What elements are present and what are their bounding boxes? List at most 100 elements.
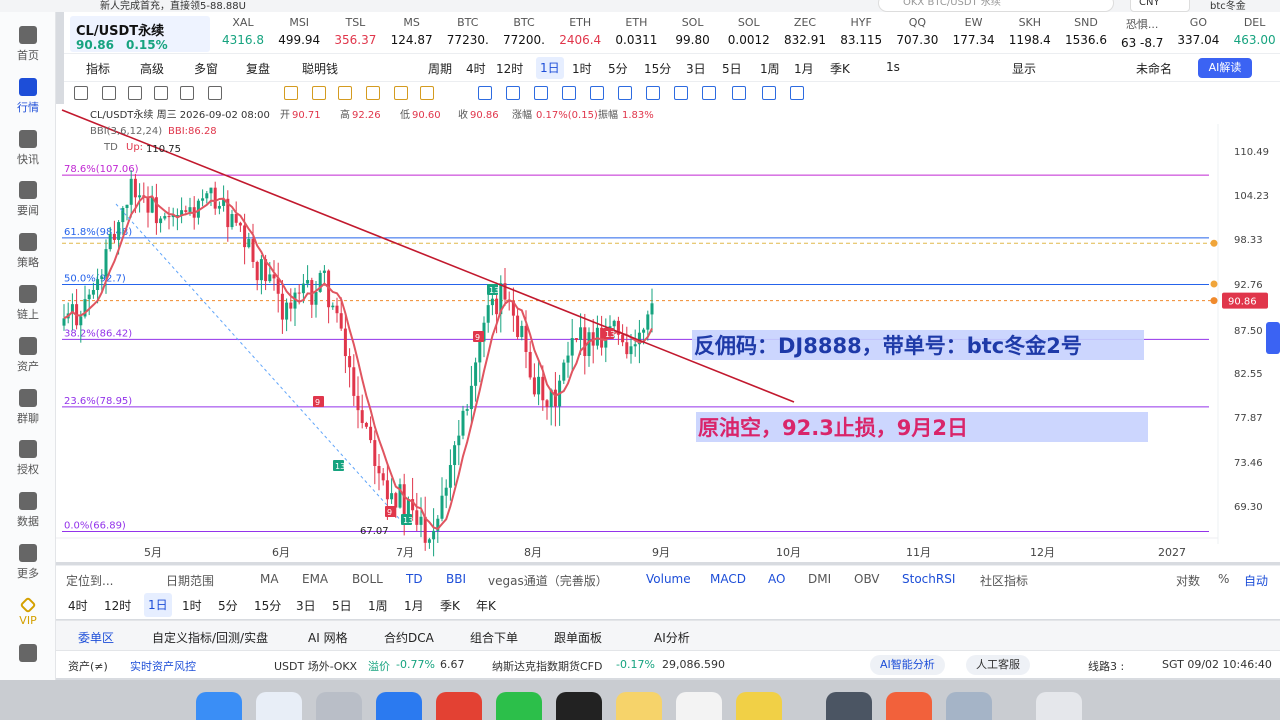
ticker-item[interactable]: SKH 1198.4 — [1001, 16, 1059, 52]
ticker-item[interactable]: BTC 77200. — [495, 16, 553, 52]
draw-tool-icon[interactable] — [74, 86, 88, 100]
sidebar-item-1[interactable]: 行情 — [0, 74, 56, 122]
ai-interpret-button[interactable]: AI解读 — [1198, 58, 1252, 78]
toolbar-item-11[interactable]: 15分 — [644, 60, 671, 77]
sidebar-item-6[interactable]: 资产 — [0, 333, 56, 381]
app-game-icon[interactable] — [946, 692, 992, 720]
period-button[interactable]: 12时 — [104, 597, 131, 614]
period-button[interactable]: 15分 — [254, 597, 281, 614]
draw-tool-icon[interactable] — [762, 86, 776, 100]
toolbar-item-16[interactable]: 季K — [830, 60, 850, 77]
user-name[interactable]: btc冬金 — [1210, 0, 1246, 12]
indicator-toggle[interactable]: Volume — [646, 572, 691, 586]
toolbar-item-14[interactable]: 1周 — [760, 60, 780, 77]
period-button[interactable]: 年K — [476, 597, 496, 614]
draw-tool-icon[interactable] — [338, 86, 352, 100]
toolbar-item-19[interactable]: 未命名 — [1136, 60, 1172, 77]
safari-icon[interactable] — [256, 692, 302, 720]
ticker-item[interactable]: BTC 77230. — [439, 16, 497, 52]
indicator-toggle[interactable]: EMA — [302, 572, 328, 586]
ticker-item[interactable]: EW 177.34 — [945, 16, 1003, 52]
panel-tab[interactable]: 委单区 — [78, 629, 114, 646]
indicator-toggle[interactable]: BBI — [446, 572, 466, 586]
draw-tool-icon[interactable] — [732, 86, 746, 100]
period-button[interactable]: 1月 — [404, 597, 424, 614]
ticker-item[interactable]: SND 1536.6 — [1057, 16, 1115, 52]
sidebar-item-9[interactable]: 数据 — [0, 488, 56, 536]
period-button[interactable]: 1时 — [182, 597, 202, 614]
panel-tab[interactable]: AI 网格 — [308, 629, 348, 646]
app-icon[interactable] — [736, 692, 782, 720]
ticker-item[interactable]: ETH 2406.4 — [551, 16, 609, 52]
ticker-item[interactable]: QQ 707.30 — [888, 16, 946, 52]
indicator-toggle[interactable]: BOLL — [352, 572, 383, 586]
draw-tool-icon[interactable] — [102, 86, 116, 100]
ticker-item[interactable]: MS 124.87 — [383, 16, 441, 52]
draw-tool-icon[interactable] — [180, 86, 194, 100]
draw-tool-icon[interactable] — [790, 86, 804, 100]
sidebar-item-5[interactable]: 链上 — [0, 281, 56, 329]
indicator-toggle[interactable]: MACD — [710, 572, 746, 586]
draw-tool-icon[interactable] — [478, 86, 492, 100]
support-button[interactable]: 人工客服 — [966, 655, 1030, 675]
toolbar-item-12[interactable]: 3日 — [686, 60, 706, 77]
toolbar-item-10[interactable]: 5分 — [608, 60, 628, 77]
search-input[interactable]: OKX BTC/USDT 永续 — [878, 0, 1114, 12]
chart-area[interactable]: 110.49 104.23 98.33 92.76 87.50 82.55 77.87 73.… — [56, 104, 1280, 562]
promo-notice[interactable]: 新人完成首充，直接领5-88.88U — [100, 0, 246, 12]
toolbar-item-3[interactable]: 复盘 — [246, 60, 270, 77]
risk-control-link[interactable]: 实时资产风控 — [130, 658, 196, 674]
scale-option[interactable]: % — [1218, 572, 1229, 586]
community-indicators[interactable]: 社区指标 — [980, 572, 1028, 589]
period-button[interactable]: 5分 — [218, 597, 238, 614]
qq-icon[interactable] — [676, 692, 722, 720]
indicator-toggle[interactable]: AO — [768, 572, 785, 586]
toolbar-item-9[interactable]: 1时 — [572, 60, 592, 77]
chrome-icon[interactable] — [436, 692, 482, 720]
draw-tool-icon[interactable] — [618, 86, 632, 100]
scale-option[interactable]: 自动 — [1244, 572, 1268, 589]
toolbar-item-1[interactable]: 高级 — [140, 60, 164, 77]
indicator-toggle[interactable]: StochRSI — [902, 572, 955, 586]
draw-tool-icon[interactable] — [534, 86, 548, 100]
draw-tool-icon[interactable] — [702, 86, 716, 100]
ticker-item[interactable]: XAL 4316.8 — [214, 16, 272, 52]
sidebar-item-0[interactable]: 首页 — [0, 22, 56, 70]
toolbar-item-15[interactable]: 1月 — [794, 60, 814, 77]
period-button[interactable]: 1日 — [144, 593, 172, 617]
ticker-item[interactable]: MSI 499.94 — [270, 16, 328, 52]
draw-tool-icon[interactable] — [208, 86, 222, 100]
ticker-item[interactable]: SOL 0.0012 — [720, 16, 778, 52]
ticker-item[interactable]: ZEC 832.91 — [776, 16, 834, 52]
panel-tab[interactable]: 跟单面板 — [554, 629, 602, 646]
price-chart[interactable]: 110.49 104.23 98.33 92.76 87.50 82.55 77.87 73.… — [56, 104, 1280, 562]
date-range-select[interactable]: 日期范围 — [166, 572, 214, 589]
wechat-icon[interactable] — [496, 692, 542, 720]
indicator-toggle[interactable]: DMI — [808, 572, 831, 586]
locate-button[interactable]: 定位到... — [66, 572, 113, 589]
currency-select[interactable]: CNY — [1130, 0, 1190, 12]
indicator-toggle[interactable]: OBV — [854, 572, 880, 586]
indicator-toggle[interactable]: MA — [260, 572, 279, 586]
toolbar-item-2[interactable]: 多窗 — [194, 60, 218, 77]
sidebar-item-10[interactable]: 更多 — [0, 540, 56, 588]
ticker-item[interactable]: HYF 83.115 — [832, 16, 890, 52]
draw-tool-icon[interactable] — [420, 86, 434, 100]
draw-tool-icon[interactable] — [154, 86, 168, 100]
period-button[interactable]: 季K — [440, 597, 460, 614]
sidebar-item-11[interactable]: VIP — [0, 592, 56, 640]
panel-tab[interactable]: 自定义指标/回测/实盘 — [152, 629, 268, 646]
line-label[interactable]: 线路3 : — [1088, 658, 1124, 674]
assets-label[interactable]: 资产(≠) — [68, 658, 108, 674]
draw-tool-icon[interactable] — [312, 86, 326, 100]
ticker-item[interactable]: DEL 463.00 — [1226, 16, 1280, 52]
period-button[interactable]: 4时 — [68, 597, 88, 614]
toolbar-item-18[interactable]: 显示 — [1012, 60, 1036, 77]
ai-analysis-button[interactable]: AI智能分析 — [870, 655, 945, 675]
draw-tool-icon[interactable] — [590, 86, 604, 100]
draw-tool-icon[interactable] — [674, 86, 688, 100]
ticker-item[interactable]: SOL 99.80 — [664, 16, 722, 52]
draw-tool-icon[interactable] — [562, 86, 576, 100]
toolbar-item-17[interactable]: 1s — [886, 60, 900, 74]
ticker-item[interactable]: 恐惧... 63 -8.7 — [1113, 16, 1171, 52]
